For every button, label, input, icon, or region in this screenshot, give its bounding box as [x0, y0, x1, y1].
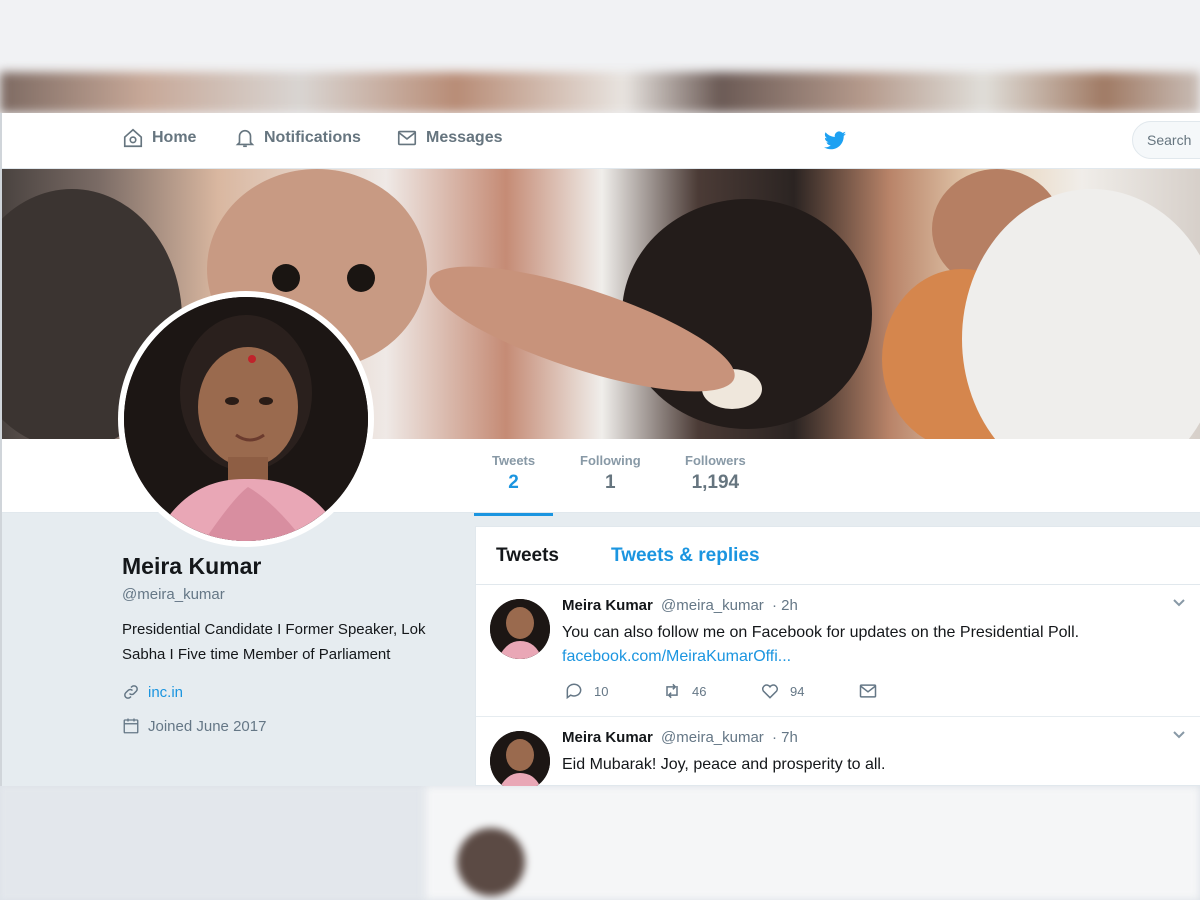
chevron-down-icon[interactable]: [1171, 595, 1187, 611]
nav-home[interactable]: Home: [122, 127, 196, 149]
portrait-illustration: [124, 297, 368, 541]
tweet-author-name[interactable]: Meira Kumar: [562, 729, 653, 746]
timeline-tabs: Tweets Tweets & replies: [476, 527, 1200, 585]
blurred-avatar: [457, 828, 525, 896]
search-input[interactable]: Search: [1132, 121, 1200, 159]
stat-following[interactable]: Following 1: [580, 453, 641, 494]
tweet-author-handle[interactable]: @meira_kumar: [661, 729, 764, 746]
blurred-background-bottom: [0, 786, 1200, 900]
profile-avatar[interactable]: [118, 291, 374, 547]
banner-figure: [347, 264, 375, 292]
avatar-photo: [124, 297, 368, 541]
top-navigation: Home Notifications Messages Search: [2, 113, 1200, 169]
tweet-avatar[interactable]: [490, 731, 550, 786]
twitter-bird-icon[interactable]: [822, 129, 848, 153]
home-icon: [123, 128, 143, 148]
nav-notifications-label: Notifications: [264, 129, 361, 146]
blurred-tweet: [425, 786, 1200, 900]
profile-website[interactable]: inc.in: [122, 683, 452, 701]
heart-icon: [762, 684, 778, 699]
tweet-avatar-illustration: [490, 731, 550, 786]
tweet-avatar[interactable]: [490, 599, 550, 659]
envelope-icon: [397, 130, 417, 146]
search-placeholder: Search: [1147, 132, 1192, 148]
profile-website-text[interactable]: inc.in: [148, 684, 183, 701]
chevron-down-icon[interactable]: [1171, 727, 1187, 743]
link-icon: [124, 685, 138, 699]
profile-joined-text: Joined June 2017: [148, 717, 267, 735]
stat-following-label: Following: [580, 453, 641, 468]
tweet-author-handle[interactable]: @meira_kumar: [661, 597, 764, 614]
tweet-header: Meira Kumar @meira_kumar · 7h: [562, 729, 798, 746]
nav-notifications[interactable]: Notifications: [234, 127, 361, 149]
stat-following-value: 1: [605, 472, 616, 493]
tweet-body: You can also follow me on Facebook for u…: [562, 624, 1080, 641]
reply-icon: [566, 683, 582, 700]
envelope-icon: [859, 684, 877, 698]
tab-tweets-replies[interactable]: Tweets & replies: [611, 545, 760, 567]
tweet-timestamp[interactable]: · 7h: [772, 729, 798, 746]
stat-tweets-value: 2: [508, 472, 519, 493]
tweet-timestamp[interactable]: · 2h: [772, 597, 798, 614]
tweet-link[interactable]: facebook.com/MeiraKumarOffi...: [562, 645, 1162, 669]
tab-tweets[interactable]: Tweets: [496, 545, 559, 567]
profile-handle[interactable]: @meira_kumar: [122, 586, 452, 603]
blurred-nav: [0, 18, 1200, 58]
retweet-button[interactable]: 46: [662, 681, 760, 701]
retweet-icon: [666, 683, 678, 699]
profile-screenshot: Home Notifications Messages Search Tweet…: [0, 113, 1200, 786]
tweet-text: Eid Mubarak! Joy, peace and prosperity t…: [562, 753, 1162, 777]
tweet-text: You can also follow me on Facebook for u…: [562, 621, 1162, 669]
reply-button[interactable]: 10: [564, 681, 662, 701]
profile-sidebar: Meira Kumar @meira_kumar Presidential Ca…: [122, 553, 452, 735]
tweet-timeline: Tweets Tweets & replies Meira Kumar @mei…: [475, 526, 1200, 786]
tweet-body: Eid Mubarak! Joy, peace and prosperity t…: [562, 756, 886, 773]
profile-name[interactable]: Meira Kumar: [122, 553, 452, 580]
tweet-item[interactable]: Meira Kumar @meira_kumar · 7h Eid Mubara…: [476, 717, 1200, 786]
calendar-icon: [123, 718, 139, 734]
blurred-sidebar: [0, 786, 425, 900]
blurred-background-top: [0, 0, 1200, 113]
stat-tweets[interactable]: Tweets 2: [473, 453, 554, 516]
blurred-banner: [0, 72, 1200, 113]
nav-home-label: Home: [152, 129, 197, 146]
tweet-header: Meira Kumar @meira_kumar · 2h: [562, 597, 798, 614]
banner-figure: [272, 264, 300, 292]
tweet-author-name[interactable]: Meira Kumar: [562, 597, 653, 614]
stat-followers[interactable]: Followers 1,194: [685, 453, 746, 494]
tweet-actions: 10 46 94: [564, 681, 956, 701]
tweet-avatar-illustration: [490, 599, 550, 659]
stat-followers-label: Followers: [685, 453, 746, 468]
nav-messages-label: Messages: [426, 129, 503, 146]
bell-icon: [235, 129, 255, 148]
stat-followers-value: 1,194: [691, 472, 740, 493]
reply-count: 10: [594, 683, 609, 699]
direct-message-button[interactable]: [858, 681, 956, 701]
like-count: 94: [790, 683, 805, 699]
retweet-count: 46: [692, 683, 707, 699]
nav-messages[interactable]: Messages: [396, 127, 503, 149]
stat-tweets-label: Tweets: [492, 453, 536, 468]
like-button[interactable]: 94: [760, 681, 858, 701]
profile-joined: Joined June 2017: [122, 717, 452, 735]
profile-bio: Presidential Candidate I Former Speaker,…: [122, 621, 426, 663]
tweet-item[interactable]: Meira Kumar @meira_kumar · 2h You can al…: [476, 585, 1200, 717]
